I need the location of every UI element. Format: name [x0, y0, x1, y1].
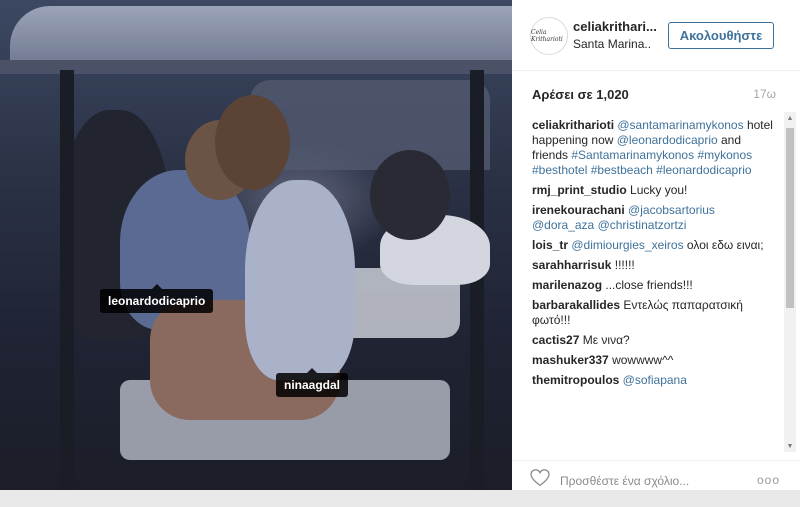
- cart-pillar-left: [60, 70, 74, 490]
- comment-item: irenekourachani @jacobsartorius @dora_az…: [532, 203, 776, 233]
- mention-link[interactable]: @sofiapana: [623, 373, 687, 387]
- photo-tag-leonardodicaprio[interactable]: leonardodicaprio: [100, 284, 214, 313]
- comment-username[interactable]: marilenazog: [532, 278, 602, 292]
- scrollbar-thumb[interactable]: [786, 128, 794, 308]
- scroll-up-arrow-icon[interactable]: ▲: [784, 112, 796, 124]
- comment-text: Με νινα?: [582, 333, 630, 347]
- comment-username[interactable]: cactis27: [532, 333, 579, 347]
- comment-bar: Προσθέστε ένα σχόλιο... ooo: [512, 460, 800, 491]
- comment-text: ολοι εδω ειναι;: [683, 238, 764, 252]
- avatar[interactable]: Celia Kritharioti: [530, 17, 568, 55]
- comment-item: marilenazog ...close friends!!!: [532, 278, 776, 293]
- comment-username[interactable]: irenekourachani: [532, 203, 625, 217]
- window-bottom-bar: [0, 490, 800, 507]
- comment-item: sarahharrisuk !!!!!!: [532, 258, 776, 273]
- comment-username[interactable]: celiakritharioti: [532, 118, 614, 132]
- woman-head: [215, 95, 290, 190]
- photo-tag-ninaagdal[interactable]: ninaagdal: [276, 368, 349, 397]
- post-location[interactable]: Santa Marina..: [573, 37, 651, 51]
- comment-username[interactable]: rmj_print_studio: [532, 183, 627, 197]
- mention-link[interactable]: @dimiourgies_xeiros: [571, 238, 683, 252]
- mention-link[interactable]: @santamarinamykonos: [617, 118, 743, 132]
- heart-icon[interactable]: [530, 469, 550, 487]
- comment-username[interactable]: sarahharrisuk: [532, 258, 611, 272]
- post-photo[interactable]: leonardodicaprio ninaagdal: [0, 0, 512, 490]
- hashtag-link[interactable]: #besthotel: [532, 163, 587, 177]
- comment-item: themitropoulos @sofiapana: [532, 373, 776, 388]
- cart-roof-edge: [0, 60, 512, 74]
- follow-button[interactable]: Ακολουθήστε: [668, 22, 774, 49]
- hashtag-link[interactable]: #mykonos: [697, 148, 752, 162]
- mention-link[interactable]: @christinatzortzi: [598, 218, 687, 232]
- comment-item: rmj_print_studio Lucky you!: [532, 183, 776, 198]
- comment-username[interactable]: barbarakallides: [532, 298, 620, 312]
- cart-roof: [10, 6, 512, 68]
- likes-count[interactable]: Αρέσει σε 1,020: [532, 87, 629, 102]
- hashtag-link[interactable]: #leonardodicaprio: [656, 163, 751, 177]
- post-caption: celiakritharioti @santamarinamykonos hot…: [532, 118, 776, 178]
- more-options-icon[interactable]: ooo: [757, 473, 780, 487]
- comments-scrollbar[interactable]: ▲ ▼: [784, 112, 796, 452]
- comment-text: !!!!!!: [614, 258, 635, 272]
- post-details-panel: Celia Kritharioti celiakrithari... Santa…: [512, 0, 800, 490]
- comment-text: wowwww^^: [612, 353, 674, 367]
- comment-text: Lucky you!: [630, 183, 688, 197]
- mention-link[interactable]: @jacobsartorius: [628, 203, 715, 217]
- mention-link[interactable]: @dora_aza: [532, 218, 594, 232]
- mention-link[interactable]: @leonardodicaprio: [617, 133, 718, 147]
- comment-username[interactable]: mashuker337: [532, 353, 609, 367]
- hashtag-link[interactable]: #bestbeach: [591, 163, 653, 177]
- add-comment-input[interactable]: Προσθέστε ένα σχόλιο...: [560, 474, 689, 488]
- comment-username[interactable]: lois_tr: [532, 238, 568, 252]
- post-username[interactable]: celiakrithari...: [573, 19, 657, 34]
- post-time: 17ω: [753, 87, 776, 101]
- comment-username[interactable]: themitropoulos: [532, 373, 619, 387]
- comments-list: celiakritharioti @santamarinamykonos hot…: [532, 118, 776, 453]
- avatar-logo: Celia Kritharioti: [531, 29, 563, 43]
- comment-item: mashuker337 wowwww^^: [532, 353, 776, 368]
- woman-figure: [245, 180, 355, 380]
- passenger-head: [370, 150, 450, 240]
- comment-item: cactis27 Με νινα?: [532, 333, 776, 348]
- hashtag-link[interactable]: #Santamarinamykonos: [571, 148, 694, 162]
- post-header: Celia Kritharioti celiakrithari... Santa…: [512, 0, 800, 71]
- scroll-down-arrow-icon[interactable]: ▼: [784, 440, 796, 452]
- comment-item: barbarakallides Εντελώς παπαρατσική φωτό…: [532, 298, 776, 328]
- comment-text: ...close friends!!!: [605, 278, 693, 292]
- comment-item: lois_tr @dimiourgies_xeiros ολοι εδω ειν…: [532, 238, 776, 253]
